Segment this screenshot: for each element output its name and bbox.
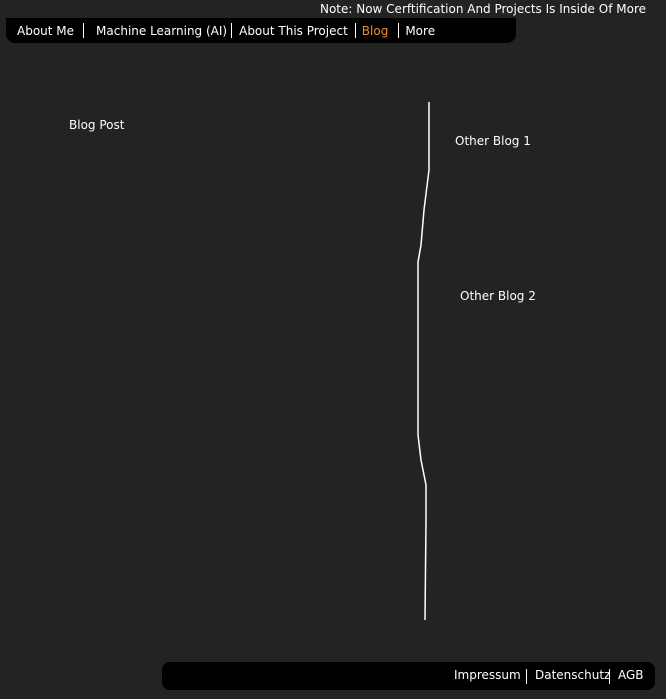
footer-datenschutz-link[interactable]: Datenschutz xyxy=(535,668,610,682)
footer-bar: Impressum Datenschutz AGB xyxy=(162,662,655,690)
footer-separator xyxy=(609,669,610,684)
footer-impressum-link[interactable]: Impressum xyxy=(454,668,521,682)
footer-agb-link[interactable]: AGB xyxy=(618,668,644,682)
other-blog-2-link[interactable]: Other Blog 2 xyxy=(460,289,536,303)
other-blog-1-link[interactable]: Other Blog 1 xyxy=(455,134,531,148)
footer-separator xyxy=(526,669,527,684)
blog-divider-line xyxy=(417,102,430,621)
